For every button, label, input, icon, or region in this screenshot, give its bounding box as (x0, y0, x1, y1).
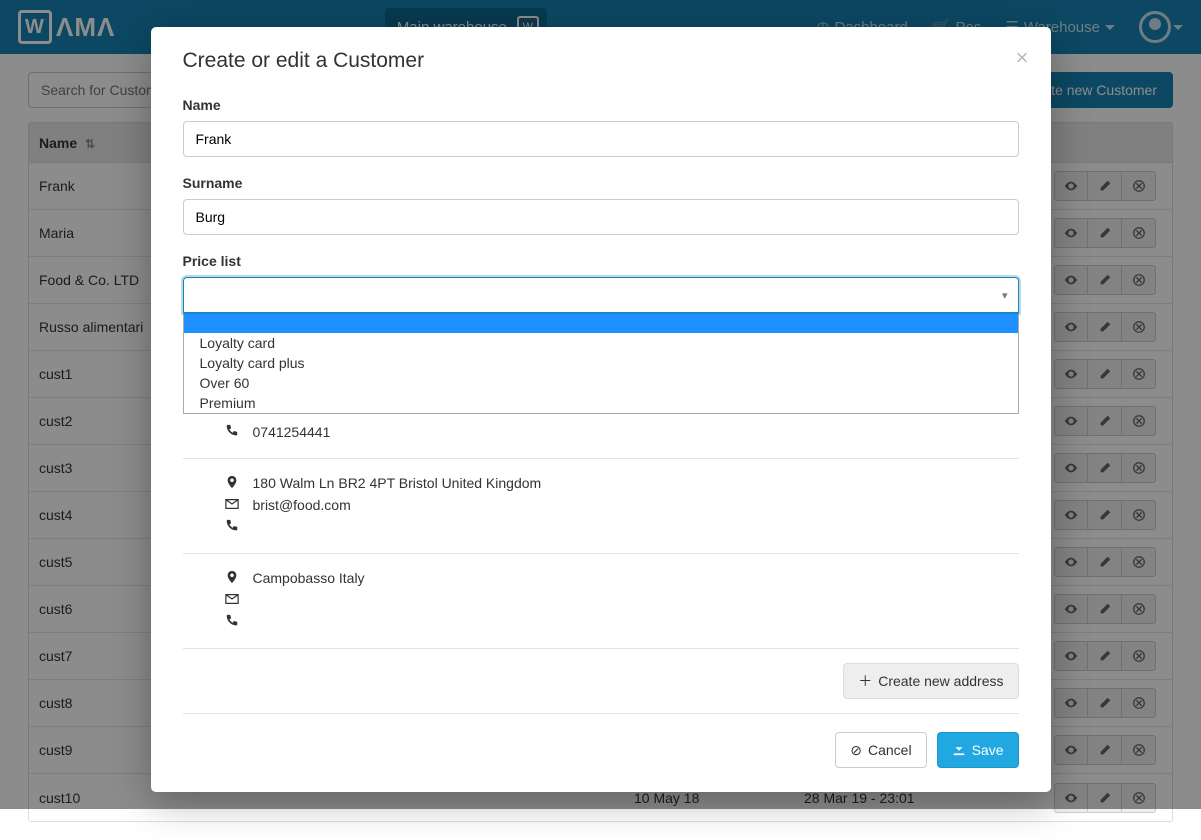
email-icon (225, 497, 239, 514)
modal-overlay: Create or edit a Customer × Name Surname… (0, 0, 1201, 809)
pricelist-label: Price list (183, 253, 1019, 269)
close-icon[interactable]: × (1016, 45, 1029, 71)
surname-input[interactable] (183, 199, 1019, 235)
pricelist-select[interactable] (183, 277, 1019, 313)
phone-icon (225, 614, 239, 631)
pricelist-option[interactable]: Over 60 (184, 373, 1018, 393)
address-block: Campobasso Italy (183, 554, 1019, 649)
name-input[interactable] (183, 121, 1019, 157)
phone-icon (225, 424, 239, 441)
pricelist-dropdown: Loyalty cardLoyalty card plusOver 60Prem… (183, 313, 1019, 414)
create-address-button[interactable]: ＋ Create new address (843, 663, 1018, 699)
location-icon (225, 570, 239, 587)
surname-label: Surname (183, 175, 1019, 191)
address-text: Campobasso Italy (253, 570, 365, 586)
pricelist-option[interactable]: Premium (184, 393, 1018, 413)
email-icon (225, 592, 239, 609)
save-button[interactable]: Save (937, 732, 1019, 768)
create-address-label: Create new address (878, 673, 1003, 689)
cancel-icon: ⊘ (850, 742, 862, 759)
pricelist-option[interactable]: Loyalty card (184, 333, 1018, 353)
cancel-label: Cancel (868, 742, 912, 758)
save-icon (952, 742, 966, 759)
pricelist-option[interactable]: Loyalty card plus (184, 353, 1018, 373)
modal-title: Create or edit a Customer (183, 49, 1019, 73)
phone-icon (225, 519, 239, 536)
address-block: 180 Walm Ln BR2 4PT Bristol United Kingd… (183, 459, 1019, 554)
customer-modal: Create or edit a Customer × Name Surname… (151, 27, 1051, 792)
cancel-button[interactable]: ⊘ Cancel (835, 732, 926, 768)
location-icon (225, 475, 239, 492)
pricelist-option[interactable] (184, 313, 1018, 333)
email-text: brist@food.com (253, 497, 351, 513)
save-label: Save (972, 742, 1004, 758)
name-label: Name (183, 97, 1019, 113)
contact-phone: 0741254441 (253, 424, 331, 440)
address-text: 180 Walm Ln BR2 4PT Bristol United Kingd… (253, 475, 542, 491)
plus-icon: ＋ (858, 671, 872, 691)
